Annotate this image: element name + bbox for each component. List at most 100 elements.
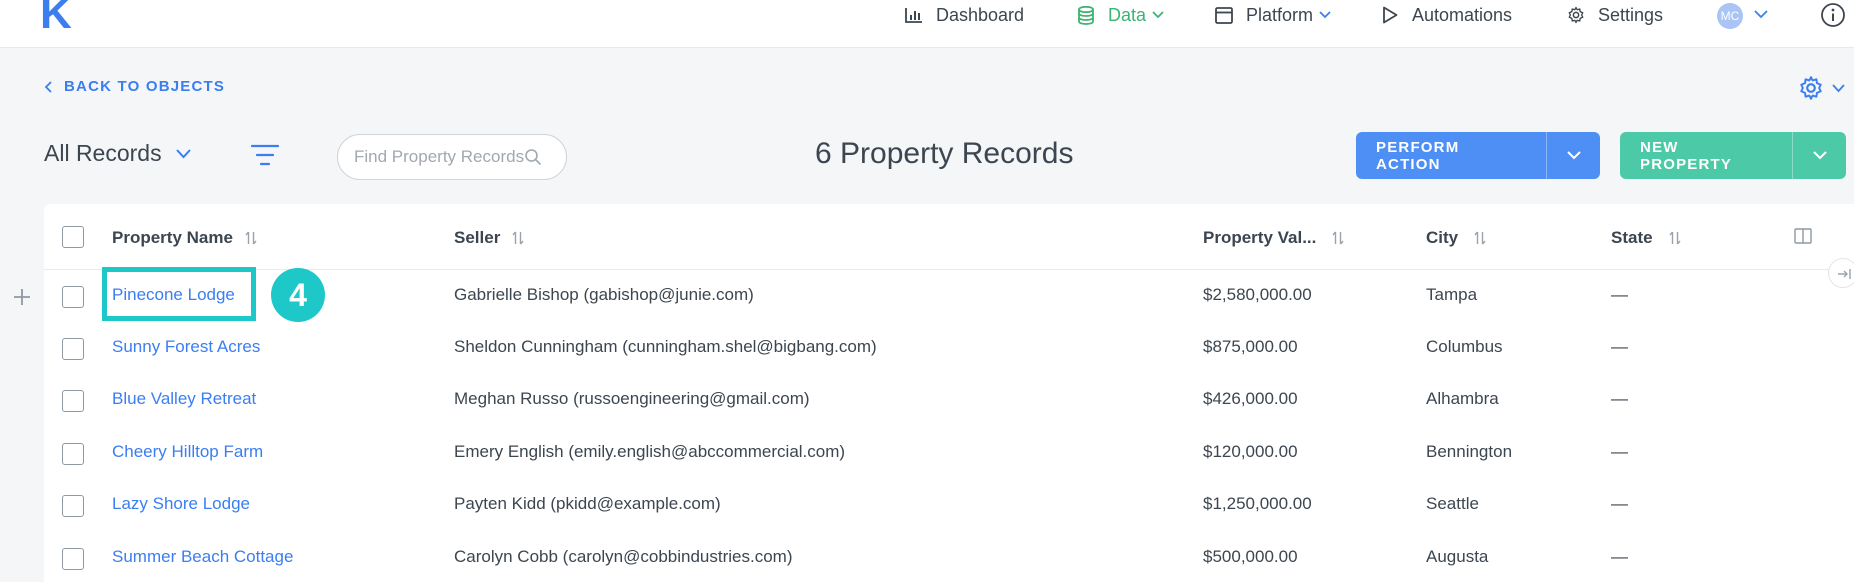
state-cell: — bbox=[1611, 337, 1628, 356]
chevron-down-icon bbox=[1319, 11, 1331, 19]
column-header-label: Seller bbox=[454, 228, 501, 247]
object-settings-button[interactable] bbox=[1798, 75, 1845, 101]
column-header-state[interactable]: State bbox=[1611, 228, 1681, 248]
seller-cell: Meghan Russo (russoengineering@gmail.com… bbox=[454, 389, 810, 408]
table-row[interactable]: Lazy Shore Lodge Payten Kidd (pkidd@exam… bbox=[44, 479, 1854, 531]
step-badge: 4 bbox=[271, 268, 325, 322]
state-cell: — bbox=[1611, 494, 1628, 513]
column-header-label: Property Name bbox=[112, 228, 233, 247]
seller-cell: Gabrielle Bishop (gabishop@junie.com) bbox=[454, 285, 754, 304]
seller-cell: Emery English (emily.english@abccommerci… bbox=[454, 442, 846, 461]
bar-chart-icon bbox=[904, 5, 924, 25]
sort-icon bbox=[245, 231, 257, 245]
city-cell: Augusta bbox=[1426, 547, 1489, 566]
columns-icon[interactable] bbox=[1794, 228, 1812, 249]
nav-settings[interactable]: Settings bbox=[1566, 0, 1663, 30]
add-row-icon[interactable] bbox=[12, 287, 32, 312]
state-cell: — bbox=[1611, 547, 1628, 566]
property-value-cell: $2,580,000.00 bbox=[1203, 285, 1312, 304]
nav-settings-label: Settings bbox=[1598, 4, 1664, 25]
property-name-link[interactable]: Summer Beach Cottage bbox=[112, 547, 293, 567]
property-value-cell: $1,250,000.00 bbox=[1203, 494, 1312, 513]
city-cell: Alhambra bbox=[1426, 389, 1499, 408]
state-cell: — bbox=[1611, 389, 1628, 408]
property-value-cell: $120,000.00 bbox=[1203, 442, 1298, 461]
column-header-property-value[interactable]: Property Val... bbox=[1203, 228, 1344, 248]
record-count: 6 Property Records bbox=[815, 137, 1074, 170]
filter-icon[interactable] bbox=[250, 142, 280, 173]
property-value-cell: $500,000.00 bbox=[1203, 547, 1298, 566]
property-name-link[interactable]: Blue Valley Retreat bbox=[112, 389, 256, 409]
perform-action-button[interactable]: PERFORM ACTION bbox=[1356, 132, 1546, 179]
perform-action-dropdown-button[interactable] bbox=[1546, 132, 1600, 179]
calendar-icon bbox=[1214, 5, 1234, 25]
perform-action-split-button: PERFORM ACTION bbox=[1356, 132, 1600, 179]
column-header-city[interactable]: City bbox=[1426, 228, 1486, 248]
row-checkbox[interactable] bbox=[62, 338, 84, 360]
property-name-link[interactable]: Sunny Forest Acres bbox=[112, 337, 260, 357]
new-property-split-button: NEW PROPERTY bbox=[1620, 132, 1846, 179]
city-cell: Tampa bbox=[1426, 285, 1478, 304]
nav-dashboard-label: Dashboard bbox=[936, 4, 1025, 25]
row-checkbox[interactable] bbox=[62, 390, 84, 412]
nav-data[interactable]: Data bbox=[1076, 0, 1164, 30]
property-name-link[interactable]: Lazy Shore Lodge bbox=[112, 494, 250, 514]
seller-cell: Payten Kidd (pkidd@example.com) bbox=[454, 494, 721, 513]
city-cell: Columbus bbox=[1426, 337, 1503, 356]
nav-automations-label: Automations bbox=[1412, 4, 1513, 25]
highlight-box bbox=[102, 267, 256, 321]
table-header: Property Name Seller Property Val... Cit… bbox=[44, 204, 1854, 270]
records-table: Property Name Seller Property Val... Cit… bbox=[44, 204, 1854, 582]
seller-cell: Carolyn Cobb (carolyn@cobbindustries.com… bbox=[454, 547, 793, 566]
info-icon[interactable] bbox=[1820, 2, 1846, 28]
row-checkbox[interactable] bbox=[62, 548, 84, 570]
column-header-label: City bbox=[1426, 228, 1459, 247]
chevron-down-icon bbox=[1832, 83, 1845, 92]
row-checkbox[interactable] bbox=[62, 495, 84, 517]
table-row[interactable]: Blue Valley Retreat Meghan Russo (russoe… bbox=[44, 374, 1854, 426]
row-checkbox[interactable] bbox=[62, 443, 84, 465]
view-selector-label: All Records bbox=[44, 140, 162, 166]
sort-icon bbox=[1474, 231, 1486, 245]
chevron-down-icon bbox=[1152, 11, 1164, 19]
new-property-dropdown-button[interactable] bbox=[1792, 132, 1846, 179]
state-cell: — bbox=[1611, 442, 1628, 461]
avatar[interactable]: MC bbox=[1717, 3, 1743, 29]
sort-icon bbox=[512, 231, 524, 245]
new-property-button[interactable]: NEW PROPERTY bbox=[1620, 132, 1792, 179]
nav-platform[interactable]: Platform bbox=[1214, 0, 1331, 30]
chevron-left-icon bbox=[44, 80, 52, 93]
property-name-link[interactable]: Cheery Hilltop Farm bbox=[112, 442, 263, 462]
nav-platform-label: Platform bbox=[1246, 4, 1314, 25]
chevron-down-icon bbox=[1812, 151, 1827, 160]
database-icon bbox=[1076, 5, 1096, 25]
top-nav: K Dashboard Data Platform Automations Se… bbox=[0, 0, 1854, 48]
seller-cell: Sheldon Cunningham (cunningham.shel@bigb… bbox=[454, 337, 877, 356]
nav-automations[interactable]: Automations bbox=[1380, 0, 1512, 30]
chevron-down-icon[interactable] bbox=[1754, 6, 1768, 24]
chevron-down-icon bbox=[1566, 151, 1581, 160]
back-to-objects-label: BACK TO OBJECTS bbox=[64, 78, 226, 95]
column-header-label: Property Val... bbox=[1203, 228, 1317, 247]
select-all-checkbox[interactable] bbox=[62, 226, 84, 248]
nav-dashboard[interactable]: Dashboard bbox=[904, 0, 1024, 30]
city-cell: Bennington bbox=[1426, 442, 1513, 461]
state-cell: — bbox=[1611, 285, 1628, 304]
sort-icon bbox=[1332, 231, 1344, 245]
view-selector[interactable]: All Records bbox=[44, 140, 191, 167]
column-header-label: State bbox=[1611, 228, 1653, 247]
back-to-objects-link[interactable]: BACK TO OBJECTS bbox=[44, 78, 225, 95]
search-box[interactable] bbox=[337, 134, 567, 180]
search-input[interactable] bbox=[354, 147, 524, 167]
table-row[interactable]: Sunny Forest Acres Sheldon Cunningham (c… bbox=[44, 322, 1854, 374]
property-value-cell: $875,000.00 bbox=[1203, 337, 1298, 356]
app-logo[interactable]: K bbox=[40, 0, 72, 36]
column-header-property-name[interactable]: Property Name bbox=[112, 228, 257, 248]
expand-panel-icon[interactable] bbox=[1828, 258, 1854, 288]
table-row[interactable]: Summer Beach Cottage Carolyn Cobb (carol… bbox=[44, 532, 1854, 582]
gear-icon bbox=[1800, 76, 1822, 100]
column-header-seller[interactable]: Seller bbox=[454, 228, 524, 248]
table-row[interactable]: Cheery Hilltop Farm Emery English (emily… bbox=[44, 427, 1854, 479]
row-checkbox[interactable] bbox=[62, 286, 84, 308]
gear-icon bbox=[1566, 5, 1586, 25]
